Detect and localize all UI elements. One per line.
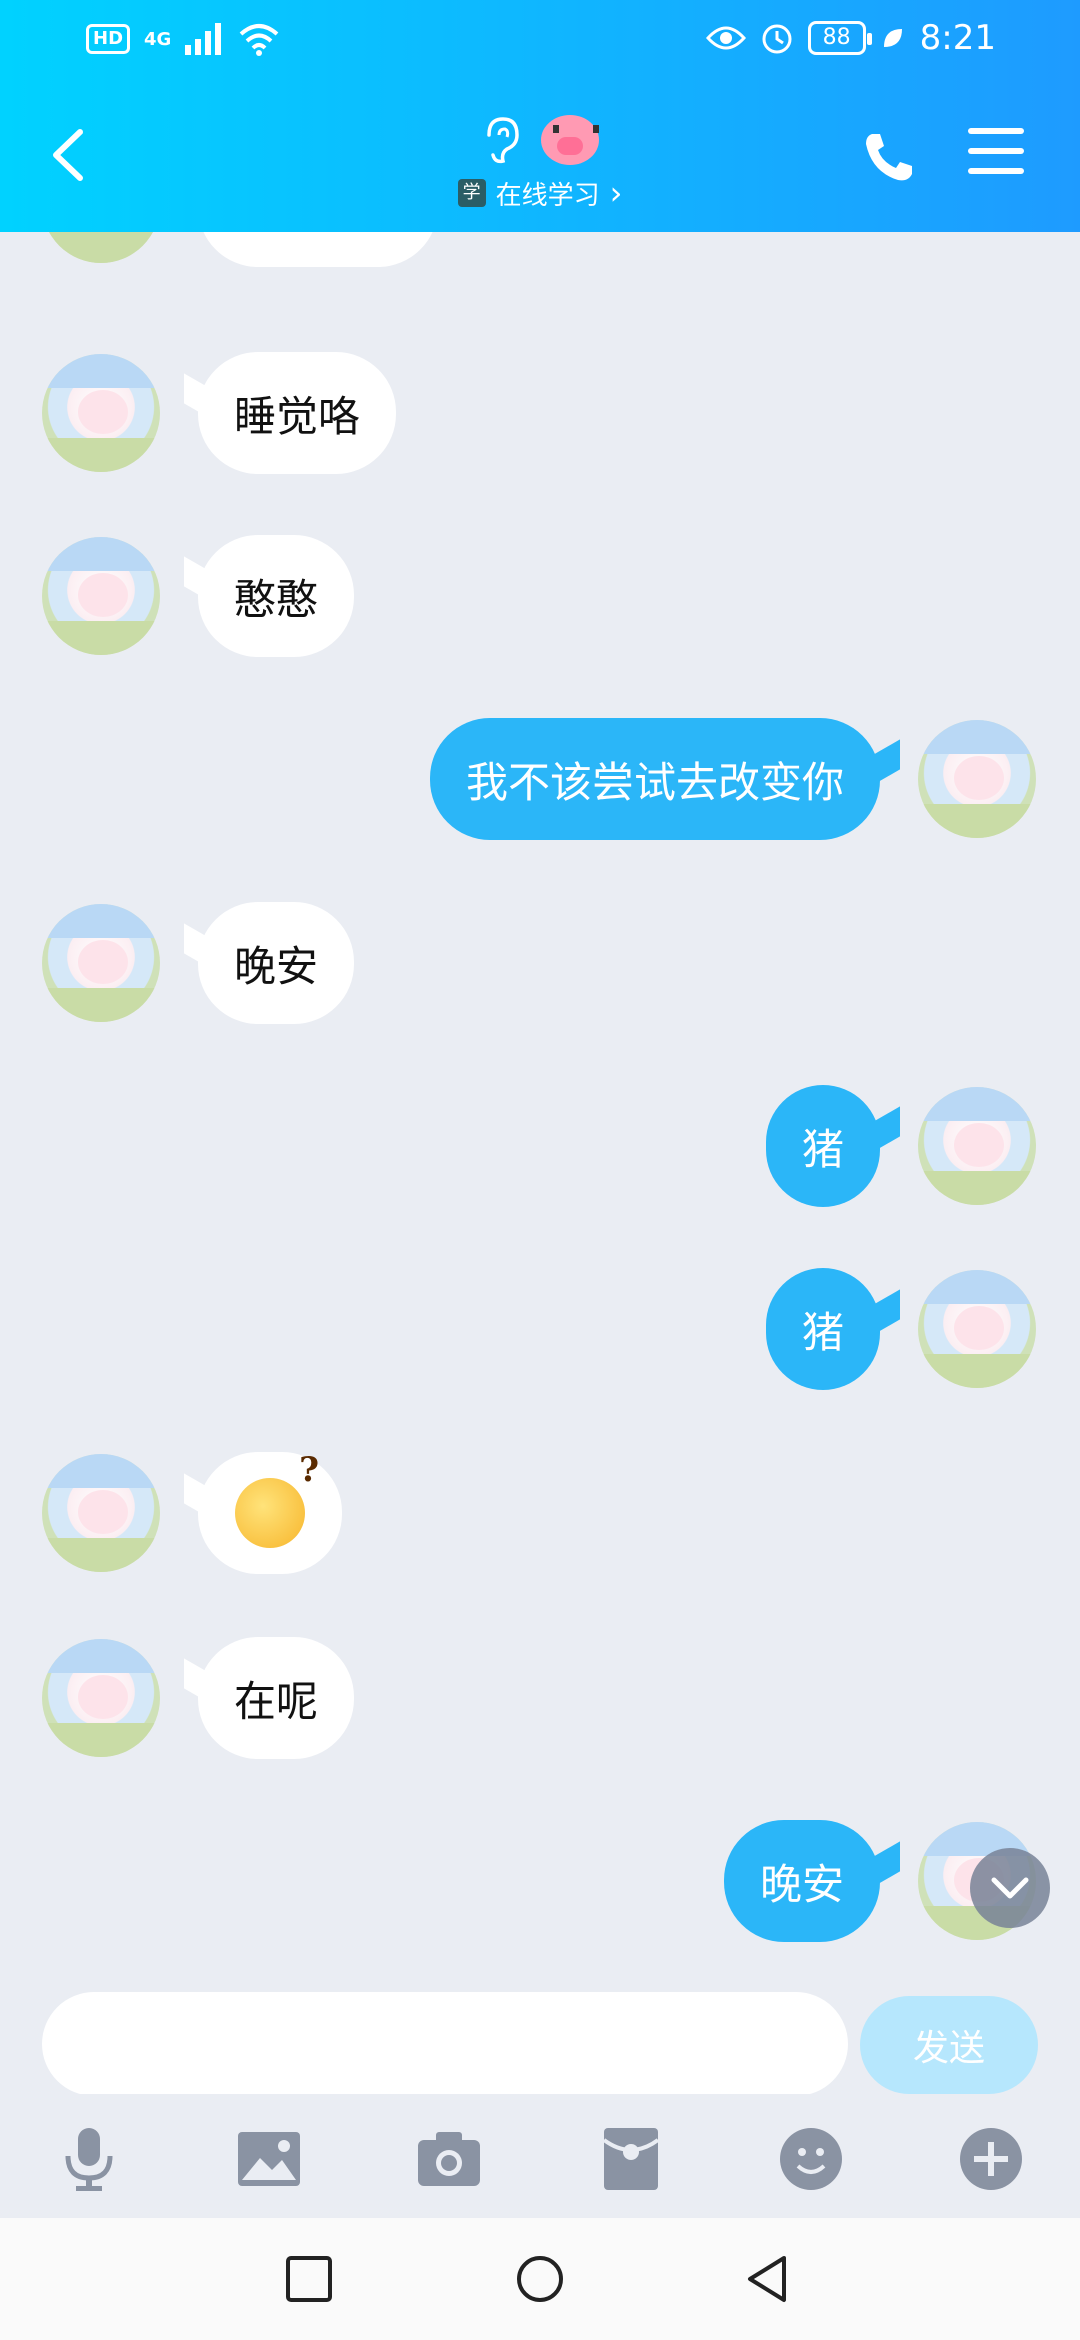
online-status: 学 在线学习 › [0,174,1080,212]
learning-status-icon: 学 [457,179,486,207]
microphone-icon[interactable] [54,2124,124,2194]
battery-indicator: 88 [807,21,872,55]
contact-avatar[interactable] [42,1454,160,1572]
message-incoming: 在呢 [0,1637,1080,1797]
message-bubble[interactable]: 晚安 [723,1820,880,1942]
my-avatar[interactable] [918,720,1036,838]
scroll-to-bottom-button[interactable] [970,1848,1050,1928]
eye-icon [705,26,746,50]
my-avatar[interactable] [918,1270,1036,1388]
wifi-icon [240,24,279,56]
back-icon[interactable] [744,2254,794,2304]
input-toolbar [0,2094,1080,2218]
ear-icon [487,117,519,164]
camera-icon[interactable] [414,2124,484,2194]
pig-icon [541,115,599,165]
message-bubble[interactable]: 睡觉咯 [198,352,397,474]
system-navigation-bar [0,2218,1080,2340]
message-input[interactable] [42,1992,848,2096]
status-text: 在线学习 [495,180,600,211]
contact-avatar[interactable] [42,537,160,655]
contact-avatar[interactable] [42,354,160,472]
contact-avatar[interactable] [42,904,160,1022]
nav-row: 学 在线学习 › [0,100,1080,230]
message-bubble[interactable]: 在呢 [198,1637,355,1759]
contact-avatar[interactable] [42,232,160,263]
alarm-icon [762,24,792,54]
chevron-down-icon [991,1877,1029,1899]
message-bubble[interactable] [198,1450,342,1574]
message-outgoing: 我不该尝试去改变你 [0,718,1080,878]
chevron-right-icon: › [609,174,623,212]
message-incoming: 憨憨 [0,535,1080,695]
message-bubble[interactable]: 晚安 [198,902,355,1024]
confused-face-emoji [235,1450,319,1548]
hd-badge: HD [86,24,131,54]
message-incoming [0,1450,1080,1612]
status-left: HD 4G [86,22,279,56]
message-bubble[interactable]: 我不该尝试去改变你 [429,718,880,840]
message-bubble[interactable]: 猪 [765,1085,880,1207]
image-icon[interactable] [234,2124,304,2194]
recent-apps-icon[interactable] [284,2254,334,2304]
message-list[interactable]: 弃了弃了 睡觉咯 憨憨 我不该尝试去改变你 晚安 猪 猪 [0,232,1080,1972]
message-outgoing: 猪 [0,1085,1080,1245]
message-incoming: 晚安 [0,902,1080,1062]
menu-icon[interactable] [968,128,1024,178]
phone-icon[interactable] [858,128,918,188]
message-incoming: 睡觉咯 [0,352,1080,512]
network-type: 4G [144,28,172,50]
title-icons [0,110,1080,170]
message-bubble[interactable]: 猪 [765,1268,880,1390]
message-incoming: 弃了弃了 [0,232,1080,297]
signal-icon [185,23,222,55]
contact-avatar[interactable] [42,1639,160,1757]
chat-title[interactable]: 学 在线学习 › [0,110,1080,212]
my-avatar[interactable] [918,1087,1036,1205]
red-packet-icon[interactable] [596,2124,666,2194]
composer: 发送 [0,1972,1080,2096]
send-button[interactable]: 发送 [860,1996,1038,2094]
chat-header: HD 4G 88 8:21 学 在线学习 › [0,0,1080,232]
plus-icon[interactable] [956,2124,1026,2194]
message-bubble[interactable]: 弃了弃了 [198,232,439,267]
leaf-icon [883,29,902,47]
emoji-icon[interactable] [776,2124,846,2194]
status-bar: HD 4G 88 8:21 [0,0,1080,80]
message-outgoing: 晚安 [0,1820,1080,1972]
home-icon[interactable] [515,2254,565,2304]
clock: 8:21 [919,18,996,58]
message-bubble[interactable]: 憨憨 [198,535,355,657]
status-right: 88 8:21 [705,18,996,58]
message-outgoing: 猪 [0,1268,1080,1428]
